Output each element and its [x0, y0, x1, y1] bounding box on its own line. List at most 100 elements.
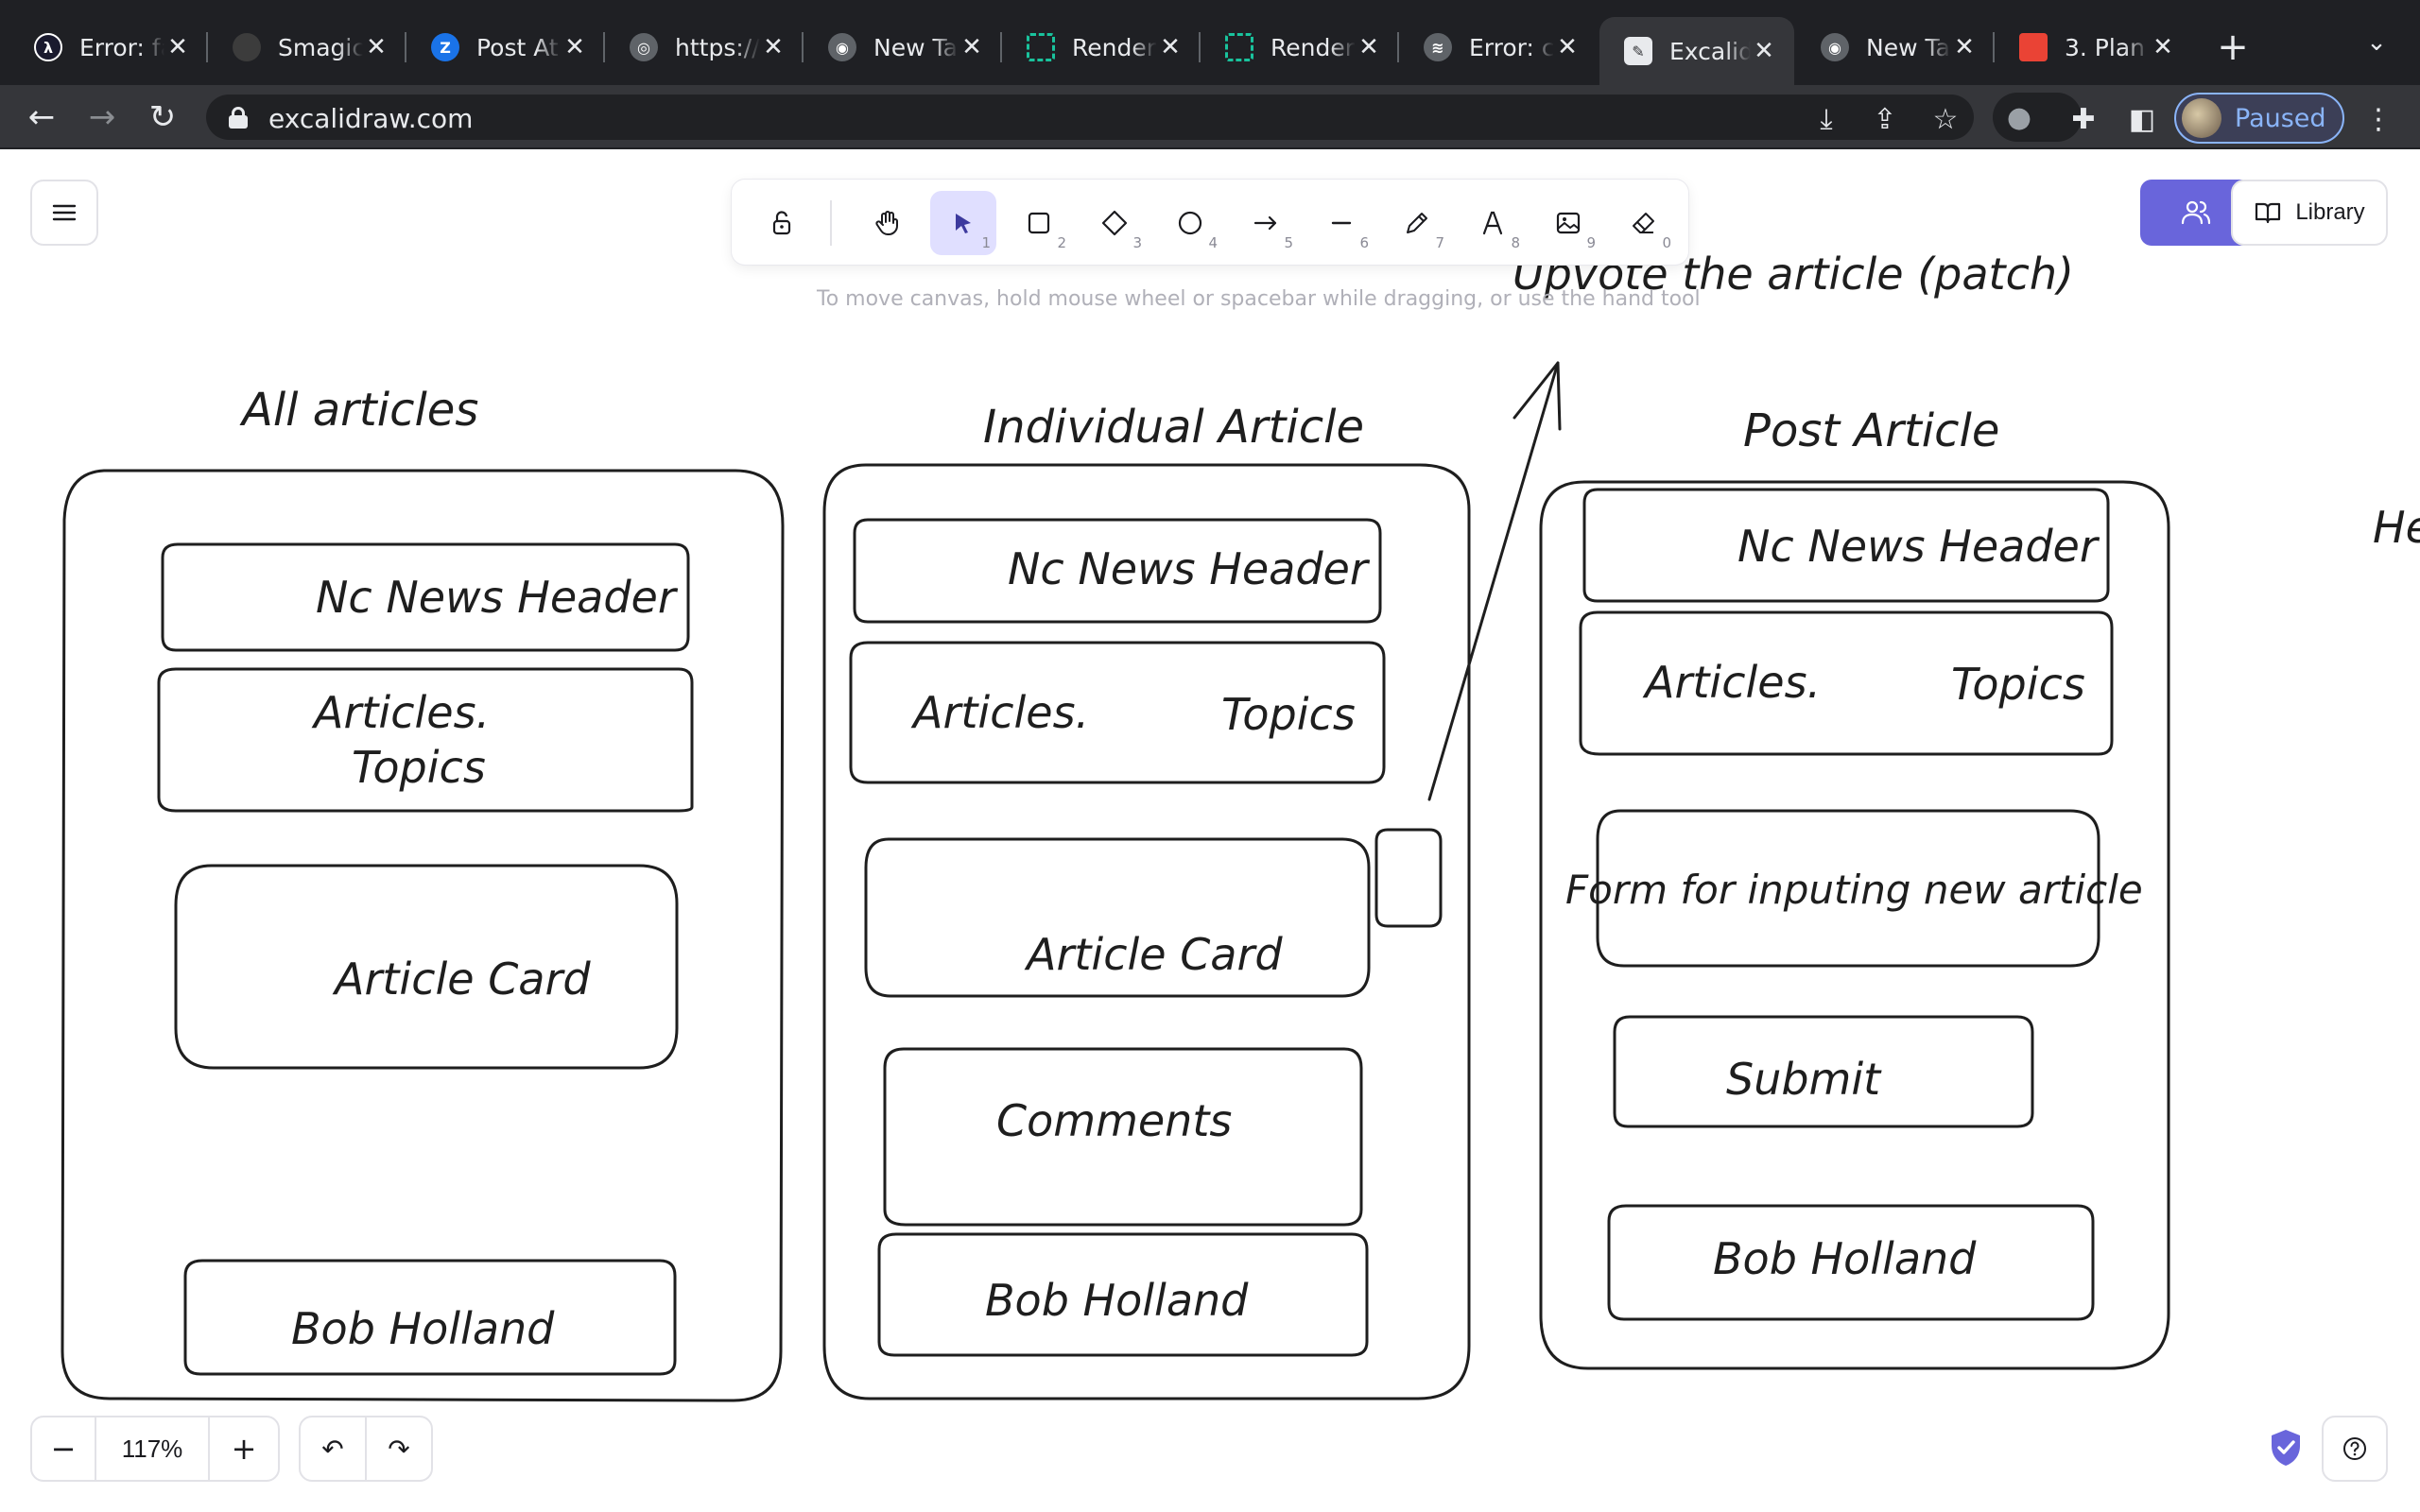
line-tool-button[interactable]: 6	[1308, 191, 1374, 255]
forward-arrow-icon[interactable]: →	[81, 96, 123, 138]
rectangle-tool-button[interactable]: 2	[1006, 191, 1072, 255]
render-icon	[1225, 33, 1253, 61]
close-icon[interactable]: ✕	[1157, 33, 1184, 61]
excalidraw-canvas[interactable]: All articles Nc News Header Articles. To…	[0, 149, 2420, 1512]
profile-button[interactable]: Paused	[2174, 93, 2344, 144]
hamburger-icon	[52, 204, 77, 221]
lock-tool-button[interactable]	[749, 191, 815, 255]
tab-title: Error: c	[1469, 33, 1554, 61]
browser-tab[interactable]: Z Post At ✕	[406, 17, 605, 77]
browser-tab[interactable]: ◉ New Ta ✕	[1796, 17, 1995, 77]
browser-toolbar: ← → ↻ excalidraw.com ⤓ ⇪ ☆ ● ✚ ◧ Paused …	[0, 85, 2420, 149]
zoom-level[interactable]: 117%	[96, 1418, 210, 1480]
extension-icon[interactable]: ●	[2000, 98, 2038, 136]
browser-tab[interactable]: Smagic ✕	[208, 17, 406, 77]
chrome-icon: ◉	[828, 33, 856, 61]
diamond-tool-button[interactable]: 3	[1081, 191, 1148, 255]
chevron-down-icon[interactable]: ⌄	[2358, 28, 2395, 57]
browser-tab[interactable]: ≋ Error: c ✕	[1399, 17, 1598, 77]
box-label: Nc News Header	[316, 572, 679, 623]
browser-tab[interactable]: ◎ https:// ✕	[605, 17, 804, 77]
pencil-icon	[1407, 213, 1427, 233]
render-icon	[1027, 33, 1055, 61]
frame-title: Post Article	[1743, 404, 1999, 457]
undo-button[interactable]: ↶	[301, 1418, 367, 1480]
browser-tab[interactable]: ◉ New Ta ✕	[804, 17, 1002, 77]
shortcut-key: 0	[1662, 234, 1671, 251]
box-label: Bob Holland	[985, 1275, 1249, 1326]
close-icon[interactable]: ✕	[1554, 33, 1581, 61]
box-label: Submit	[1726, 1054, 1882, 1105]
encryption-shield-icon[interactable]	[2267, 1427, 2305, 1469]
text-tool-button[interactable]: 8	[1460, 191, 1526, 255]
kebab-menu-icon[interactable]: ⋮	[2360, 100, 2397, 138]
zoom-out-button[interactable]: −	[32, 1418, 96, 1480]
side-panel-icon[interactable]: ◧	[2123, 100, 2161, 138]
puzzle-icon[interactable]: ✚	[2065, 100, 2102, 138]
close-icon[interactable]: ✕	[164, 33, 191, 61]
close-icon[interactable]: ✕	[363, 33, 389, 61]
library-label: Library	[2295, 199, 2365, 225]
shortcut-key: 4	[1208, 234, 1218, 251]
box-label: Nc News Header	[1008, 543, 1371, 594]
shortcut-key: 3	[1132, 234, 1142, 251]
arrow-icon	[1253, 215, 1277, 231]
bookmark-star-icon[interactable]: ☆	[1927, 100, 1964, 138]
reload-icon[interactable]: ↻	[142, 96, 183, 138]
hand-tool-button[interactable]	[855, 191, 921, 255]
back-arrow-icon[interactable]: ←	[21, 96, 62, 138]
ellipse-tool-button[interactable]: 4	[1157, 191, 1223, 255]
ellipse-icon	[1178, 211, 1202, 235]
share-icon[interactable]: ⇪	[1866, 100, 1904, 138]
close-icon[interactable]: ✕	[2150, 33, 2176, 61]
image-tool-button[interactable]: 9	[1535, 191, 1601, 255]
error-icon: λ	[34, 33, 62, 61]
close-icon[interactable]: ✕	[1356, 33, 1382, 61]
eraser-tool-button[interactable]: 0	[1611, 191, 1677, 255]
browser-tab[interactable]: Render ✕	[1002, 17, 1201, 77]
zoom-in-button[interactable]: +	[210, 1418, 278, 1480]
main-menu-button[interactable]	[30, 180, 98, 246]
box-label: Topics	[1221, 689, 1356, 740]
library-button[interactable]: Library	[2231, 180, 2388, 246]
browser-tab[interactable]: 3. Plan ✕	[1995, 17, 2193, 77]
box-label: Article Card	[1024, 929, 1283, 980]
canvas-hint: To move canvas, hold mouse wheel or spac…	[817, 287, 1701, 311]
tab-title: Excalid	[1669, 37, 1751, 65]
help-button[interactable]	[2322, 1416, 2388, 1482]
users-icon	[2181, 200, 2211, 225]
book-icon	[2256, 202, 2281, 224]
hand-icon	[875, 211, 898, 235]
unlock-icon	[772, 211, 791, 235]
close-icon[interactable]: ✕	[1951, 33, 1978, 61]
shape-toolbar: 1 2 3 4 5 6 7 8 9 0	[732, 180, 1688, 265]
drawing-layer[interactable]: All articles Nc News Header Articles. To…	[0, 149, 2420, 1512]
new-tab-icon[interactable]: +	[2212, 26, 2254, 68]
install-app-icon[interactable]: ⤓	[1807, 100, 1845, 138]
selection-tool-button[interactable]: 1	[930, 191, 996, 255]
tab-title: 3. Plan	[2065, 33, 2145, 61]
github-icon	[233, 33, 261, 61]
pointer-icon	[956, 214, 971, 233]
close-icon[interactable]: ✕	[1751, 37, 1777, 65]
box-label: Articles.	[1642, 657, 1821, 708]
browser-tab[interactable]: λ Error: fa ✕	[9, 17, 208, 77]
shortcut-key: 1	[981, 234, 991, 251]
question-icon	[2343, 1437, 2366, 1460]
redo-button[interactable]: ↷	[367, 1418, 431, 1480]
upvote-arrow-head	[1512, 361, 1562, 431]
docker-icon: ≋	[1424, 33, 1452, 61]
redo-icon: ↷	[388, 1433, 410, 1465]
box-label: Bob Holland	[291, 1303, 555, 1354]
close-icon[interactable]: ✕	[959, 33, 985, 61]
excalidraw-icon: ✎	[1624, 37, 1652, 65]
browser-tab-active[interactable]: ✎ Excalid ✕	[1599, 17, 1794, 85]
close-icon[interactable]: ✕	[760, 33, 786, 61]
arrow-tool-button[interactable]: 5	[1233, 191, 1299, 255]
browser-tab[interactable]: Render ✕	[1201, 17, 1399, 77]
draw-tool-button[interactable]: 7	[1384, 191, 1450, 255]
close-icon[interactable]: ✕	[562, 33, 588, 61]
history-controls: ↶ ↷	[299, 1416, 433, 1482]
address-bar[interactable]: excalidraw.com	[206, 94, 1974, 140]
tab-title: Render	[1072, 33, 1157, 61]
